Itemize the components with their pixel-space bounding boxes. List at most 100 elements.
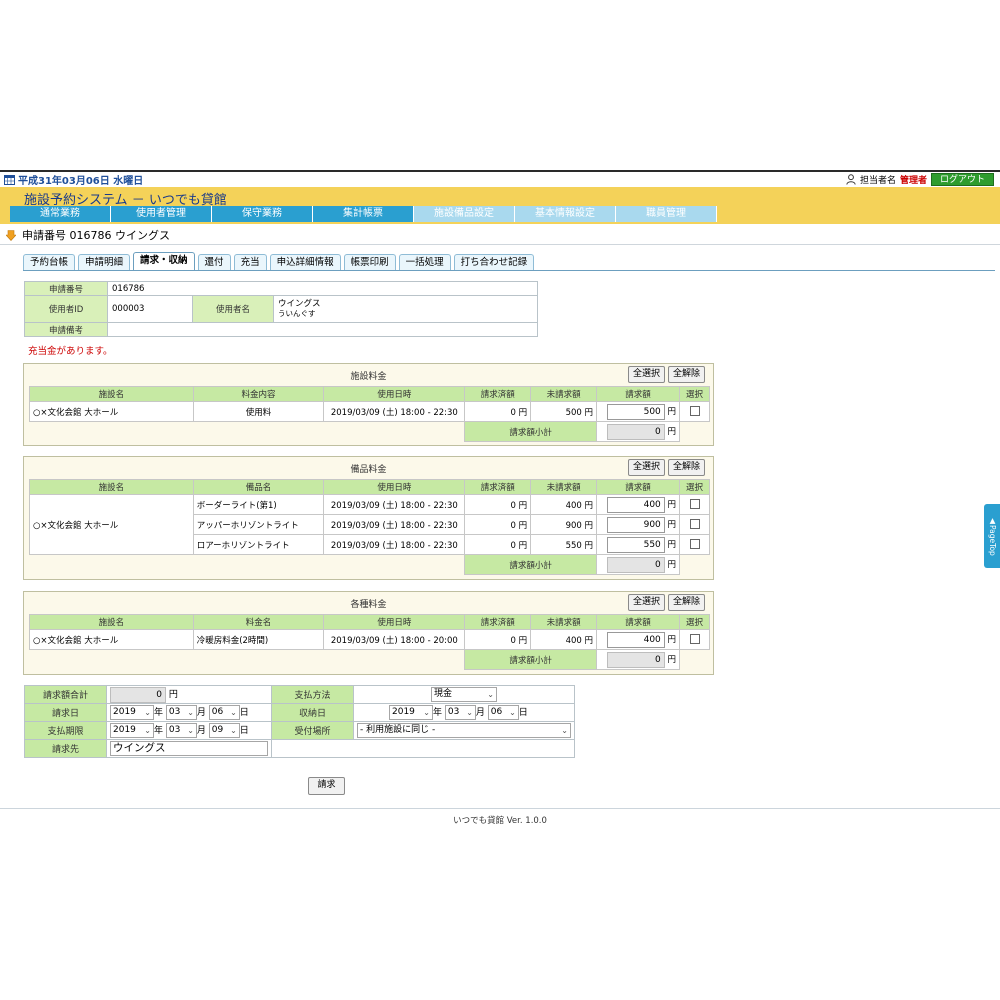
unbilled-amount: 550 円 [530,534,598,555]
bill-amount-cell: 400 円 [596,494,680,515]
menu-item-maintenance[interactable]: 保守業務 [212,206,313,222]
col-header: 料金名 [192,614,325,630]
bill-month-select[interactable]: 03 ⌄ [165,705,197,720]
select-all-button[interactable]: 全選択 [627,366,665,383]
pay-month-select[interactable]: 03 ⌄ [444,705,476,720]
user-name-cell: ウイングス ういんぐす [273,295,538,323]
pay-date-label: 収納日 [271,703,354,722]
bill-amount-input[interactable]: 500 [606,403,665,420]
select-checkbox[interactable] [689,499,700,510]
arrow-down-icon [6,229,16,241]
tab-billing[interactable]: 請求・収納 [133,252,195,271]
chevron-down-icon: ⌄ [230,708,237,717]
date-display: 平成31年03月06日 水曜日 [4,173,143,187]
application-info-table: 申請番号 016786 使用者ID 000003 使用者名 ウイングス ういんぐ… [24,281,538,337]
clear-all-button[interactable]: 全解除 [667,366,705,383]
menu-item-staff-management[interactable]: 職員管理 [616,206,717,222]
month-unit: 月 [196,726,206,736]
chevron-down-icon: ⌄ [423,708,430,717]
menu-item-user-management[interactable]: 使用者管理 [111,206,212,222]
menu-item-basic-settings[interactable]: 基本情報設定 [515,206,616,222]
day-value: 06 [211,707,224,717]
bill-amount-cell: 500 円 [596,401,680,422]
billed-amount: 0 円 [464,514,532,535]
counter-cell: - 利用施設に同じ - ⌄ [353,721,575,740]
tab-meeting-records[interactable]: 打ち合わせ記録 [453,254,535,271]
subtotal-cell: 0 円 [596,554,680,575]
select-checkbox[interactable] [689,406,700,417]
col-header: 料金内容 [192,386,325,402]
unbilled-amount: 900 円 [530,514,598,535]
yen-unit: 円 [667,634,676,645]
allocation-warning: 充当金があります。 [28,346,113,357]
select-cell [679,494,710,515]
select-checkbox[interactable] [689,519,700,530]
chevron-down-icon: ⌄ [509,708,516,717]
col-header: 使用日時 [323,386,466,402]
pay-day-select[interactable]: 06 ⌄ [487,705,519,720]
bill-amount-input[interactable]: 400 [606,631,665,648]
usage-datetime: 2019/03/09 (土) 18:00 - 22:30 [323,494,466,515]
counter-select[interactable]: - 利用施設に同じ - ⌄ [357,723,571,738]
tab-batch[interactable]: 一括処理 [398,254,451,271]
due-day-select[interactable]: 09 ⌄ [208,723,240,738]
bill-day-select[interactable]: 06 ⌄ [208,705,240,720]
payee-cell: ウイングス [106,739,272,758]
counter-value: - 利用施設に同じ - [360,725,436,735]
select-checkbox[interactable] [689,539,700,550]
due-year-select[interactable]: 2019 ⌄ [110,723,154,738]
due-month-select[interactable]: 03 ⌄ [165,723,197,738]
bill-amount-input[interactable]: 550 [606,536,665,553]
payee-input[interactable]: ウイングス [110,741,268,756]
total-cell: 0 円 [106,685,272,704]
day-value: 06 [490,707,503,717]
facility-fee-table: 施設名 料金内容 使用日時 請求済額 未請求額 請求額 選択 ○×文化会館 大ホ… [29,386,710,442]
usage-datetime: 2019/03/09 (土) 18:00 - 20:00 [323,629,466,650]
col-header: 未請求額 [530,386,598,402]
total-label: 請求額合計 [24,685,107,704]
user-id-value: 000003 [107,295,193,323]
bill-year-select[interactable]: 2019 ⌄ [110,705,154,720]
bill-amount-input[interactable]: 900 [606,516,665,533]
select-all-button[interactable]: 全選択 [627,594,665,611]
yen-unit: 円 [667,519,676,530]
pay-method-select[interactable]: 現金 ⌄ [431,687,497,702]
equipment-name: ボーダーライト(第1) [192,494,325,515]
user-role: 管理者 [899,175,927,186]
yen-unit: 円 [667,499,676,510]
page-top-button[interactable]: ▲PageTop [984,504,1000,568]
menu-item-regular-tasks[interactable]: 通常業務 [10,206,111,222]
yen-unit: 円 [667,406,676,417]
unbilled-amount: 400 円 [530,629,598,650]
yen-unit: 円 [667,539,676,550]
select-all-button[interactable]: 全選択 [627,459,665,476]
pay-year-select[interactable]: 2019 ⌄ [389,705,433,720]
logout-button[interactable]: ログアウト [930,172,994,186]
tab-allocation[interactable]: 充当 [233,254,267,271]
chevron-down-icon: ⌄ [561,726,568,735]
tab-print-forms[interactable]: 帳票印刷 [343,254,396,271]
bill-amount-input[interactable]: 400 [606,496,665,513]
select-checkbox[interactable] [689,634,700,645]
tab-refund[interactable]: 還付 [197,254,231,271]
menu-item-reports[interactable]: 集計帳票 [313,206,414,222]
submit-bill-button[interactable]: 請求 [308,777,345,795]
chevron-down-icon: ⌄ [144,726,151,735]
col-header: 請求済額 [464,614,532,630]
bill-amount-cell: 550 円 [596,534,680,555]
user-info: 担当者名 管理者 ログアウト [846,172,994,186]
chevron-down-icon: ⌄ [144,708,151,717]
month-unit: 月 [196,708,206,718]
menu-item-facility-settings[interactable]: 施設備品設定 [414,206,515,222]
clear-all-button[interactable]: 全解除 [667,459,705,476]
user-name-kana: ういんぐす [278,309,316,318]
table-row: ○×文化会館 大ホール ボーダーライト(第1) 2019/03/09 (土) 1… [29,494,710,555]
tab-application-detail[interactable]: 申請明細 [78,254,131,271]
tab-application-info[interactable]: 申込詳細情報 [269,254,341,271]
pay-method-cell: 現金 ⌄ [353,685,575,704]
tab-reservation-ledger[interactable]: 予約台帳 [23,254,76,271]
col-header: 請求額 [596,479,680,495]
clear-all-button[interactable]: 全解除 [667,594,705,611]
col-header: 未請求額 [530,479,598,495]
facility-fee-section: 施設料金 全選択 全解除 施設名 料金内容 使用日時 請求済額 未請求額 請求額… [23,363,714,446]
